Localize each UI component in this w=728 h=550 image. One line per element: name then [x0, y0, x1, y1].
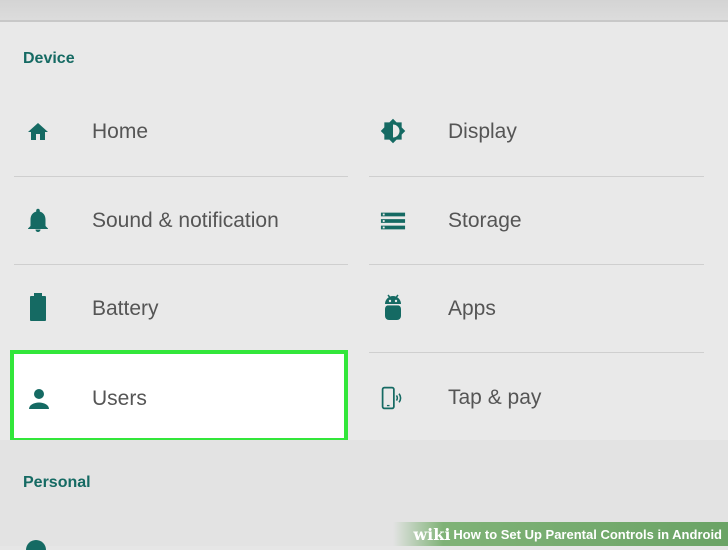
partial-icon	[26, 540, 46, 550]
settings-item-label: Battery	[92, 297, 159, 320]
settings-item-label: Users	[92, 387, 147, 410]
settings-item-display[interactable]: Display	[368, 88, 728, 176]
section-title-personal: Personal	[23, 474, 91, 491]
home-icon	[25, 119, 51, 145]
person-icon	[26, 386, 52, 412]
tap-pay-icon	[380, 385, 406, 411]
settings-item-sound[interactable]: Sound & notification	[0, 177, 350, 265]
settings-item-label: Apps	[448, 297, 496, 320]
settings-item-label: Storage	[448, 209, 522, 232]
settings-item-label: Sound & notification	[92, 209, 279, 232]
bell-icon	[25, 207, 51, 233]
storage-icon	[380, 208, 406, 234]
watermark-how: How	[453, 526, 481, 542]
settings-screen: Device Home Sound & notification Battery	[0, 0, 728, 550]
settings-item-label: Home	[92, 120, 149, 143]
settings-item-label: Tap & pay	[448, 386, 542, 409]
settings-item-battery[interactable]: Battery	[0, 265, 350, 353]
brightness-icon	[380, 118, 406, 144]
settings-item-apps[interactable]: Apps	[368, 265, 728, 353]
settings-item-home[interactable]: Home	[0, 88, 350, 176]
settings-item-users[interactable]: Users	[10, 350, 348, 442]
section-title-device: Device	[23, 50, 75, 67]
watermark-wiki: wiki	[413, 524, 451, 544]
watermark-title: to Set Up Parental Controls in Android	[484, 526, 722, 542]
top-shade	[0, 0, 728, 22]
battery-icon	[25, 293, 51, 321]
settings-item-label: Display	[448, 120, 517, 143]
settings-item-storage[interactable]: Storage	[368, 177, 728, 265]
android-icon	[380, 294, 406, 320]
settings-item-tap-pay[interactable]: Tap & pay	[368, 353, 728, 441]
watermark: wiki How to Set Up Parental Controls in …	[393, 522, 728, 546]
